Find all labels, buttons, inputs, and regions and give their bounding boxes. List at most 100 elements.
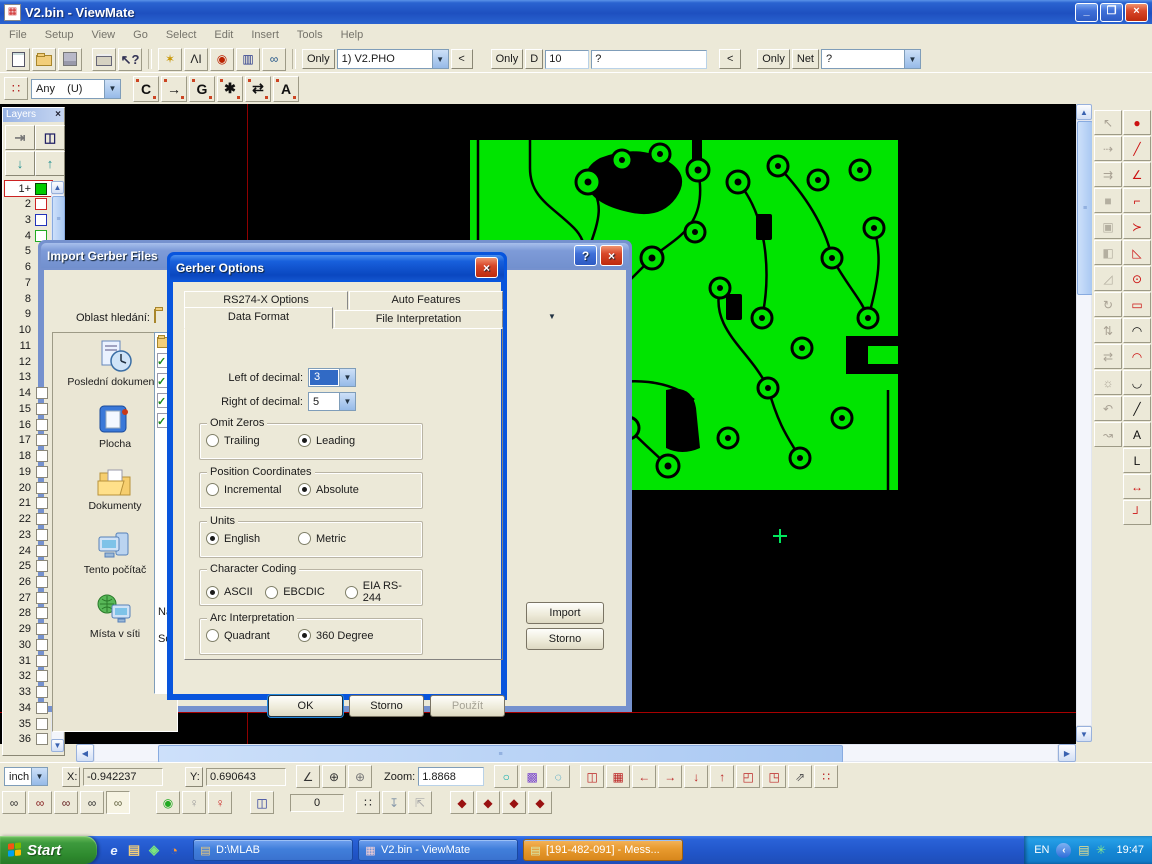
transform-button[interactable]: ⇄	[1094, 344, 1122, 369]
layer-swatch[interactable]	[36, 403, 48, 415]
draw-vertex-button[interactable]: ≻	[1123, 214, 1151, 239]
dcode-query-input[interactable]: ?	[591, 50, 707, 69]
highlight-g-button[interactable]: G	[189, 76, 215, 102]
taskbar-task-3[interactable]: ▤[191-482-091] - Mess...	[523, 839, 683, 861]
only-net-toggle[interactable]: Only	[757, 49, 790, 69]
pad-view-button[interactable]: ◉	[210, 48, 234, 71]
grid-left-button[interactable]: ←	[632, 765, 656, 788]
layer-swatch[interactable]	[36, 545, 48, 557]
menu-tools[interactable]: Tools	[288, 26, 332, 44]
traffic-light-button[interactable]: ◉	[156, 791, 180, 814]
stretch-select-button[interactable]: ⇗	[788, 765, 812, 788]
units-combo[interactable]: inch ▼	[4, 767, 48, 786]
select-trace-button[interactable]: ◆	[476, 791, 500, 814]
dcode-back-button[interactable]: <	[719, 49, 741, 69]
radio-360-degree[interactable]: 360 Degree	[298, 629, 390, 642]
layer-swatch[interactable]	[36, 592, 48, 604]
menu-insert[interactable]: Insert	[242, 26, 288, 44]
scroll-up-icon[interactable]: ▲	[1076, 104, 1092, 120]
layer-swatch[interactable]	[35, 198, 47, 210]
radio-dot[interactable]	[298, 532, 311, 545]
dcode-list-button[interactable]: ΛΙ	[184, 48, 208, 71]
flash-view-button[interactable]: ✶	[158, 48, 182, 71]
tab-file-interpretation[interactable]: File Interpretation	[334, 310, 503, 328]
minimize-button[interactable]: _	[1075, 3, 1098, 22]
select-net-button[interactable]: ◆	[528, 791, 552, 814]
zoom-in-button[interactable]: ○	[494, 765, 518, 788]
layer-swatch[interactable]	[36, 513, 48, 525]
view-polygons-button[interactable]: ∞	[54, 791, 78, 814]
zoom-value-field[interactable]: 1.8868	[418, 767, 484, 786]
radio-absolute[interactable]: Absolute	[298, 483, 390, 496]
layer-up-button[interactable]: ↑	[35, 151, 65, 176]
radio-dot[interactable]	[298, 629, 311, 642]
dialog-help-button[interactable]: ?	[574, 245, 597, 266]
highlight-c-button[interactable]: C	[133, 76, 159, 102]
menu-go[interactable]: Go	[124, 26, 157, 44]
angle-readout-button[interactable]: ∠	[296, 765, 320, 788]
scale-button[interactable]: ⇅	[1094, 318, 1122, 343]
layer-move-button[interactable]: ⇥	[5, 125, 35, 150]
tab-auto-features[interactable]: Auto Features	[349, 291, 503, 310]
apply-button[interactable]: Použít	[430, 695, 505, 717]
layers-palette-titlebar[interactable]: Layers ×	[3, 108, 64, 122]
draw-sketch-button[interactable]: ╱	[1123, 396, 1151, 421]
radio-dot[interactable]	[206, 629, 219, 642]
gerber-close-button[interactable]: ×	[475, 257, 498, 278]
radio-leading[interactable]: Leading	[298, 434, 390, 447]
undo-tool-button[interactable]: ↶	[1094, 396, 1122, 421]
scroll-down-icon[interactable]: ▼	[1076, 726, 1092, 742]
lamp-on-button[interactable]: ♀	[208, 791, 232, 814]
fill-rect-button[interactable]: ■	[1094, 188, 1122, 213]
menu-file[interactable]: File	[0, 26, 36, 44]
tab-data-format[interactable]: Data Format	[184, 307, 333, 329]
open-file-button[interactable]	[32, 48, 56, 71]
layers-close-icon[interactable]: ×	[55, 109, 61, 121]
dialog-close-button[interactable]: ×	[600, 245, 623, 266]
layer-swatch[interactable]	[36, 718, 48, 730]
radio-eia-rs-244[interactable]: EIA RS-244	[345, 580, 422, 604]
draw-arc-button[interactable]: ◠	[1123, 318, 1151, 343]
ok-button[interactable]: OK	[268, 695, 343, 717]
close-button[interactable]: ×	[1125, 3, 1148, 22]
lamp-off-button[interactable]: ♀	[182, 791, 206, 814]
left-of-decimal-combo[interactable]: 3 ▼	[308, 368, 356, 387]
radio-ebcdic[interactable]: EBCDIC	[265, 586, 345, 599]
mirror-v-button[interactable]: ◿	[1094, 266, 1122, 291]
draw-label-button[interactable]: L	[1123, 448, 1151, 473]
save-button[interactable]	[58, 48, 82, 71]
radio-dot[interactable]	[206, 586, 219, 599]
dots-grid-button[interactable]: ∷	[356, 791, 380, 814]
taskbar-task-2[interactable]: ▦V2.bin - ViewMate	[358, 839, 518, 861]
radio-incremental[interactable]: Incremental	[206, 483, 298, 496]
grid-frame-button[interactable]: ◫	[580, 765, 604, 788]
menu-help[interactable]: Help	[332, 26, 373, 44]
radio-dot[interactable]	[206, 483, 219, 496]
layers-scroll-thumb[interactable]: ≡	[52, 196, 65, 242]
layer-swatch[interactable]	[36, 434, 48, 446]
aperture-table-button[interactable]: ◫	[250, 791, 274, 814]
scroll-up-icon[interactable]: ▲	[51, 181, 64, 194]
draw-rect-button[interactable]: ▭	[1123, 292, 1151, 317]
goto-button[interactable]: →	[161, 76, 187, 102]
draw-arc2-button[interactable]: ◠	[1123, 344, 1151, 369]
fill-rect2-button[interactable]: ▣	[1094, 214, 1122, 239]
chevron-down-icon[interactable]: ▼	[904, 50, 920, 68]
move-item-button[interactable]: ⇢	[1094, 136, 1122, 161]
context-help-button[interactable]: ↖?	[118, 48, 142, 71]
draw-circle-button[interactable]: ⊙	[1123, 266, 1151, 291]
layer-down-button[interactable]: ↓	[5, 151, 35, 176]
vertical-scrollbar[interactable]: ▲ ≡ ▼	[1076, 104, 1092, 744]
radio-ascii[interactable]: ASCII	[206, 586, 265, 599]
grid-corner-button[interactable]: ◰	[736, 765, 760, 788]
anchor-button[interactable]: ↧	[382, 791, 406, 814]
net-select-combo[interactable]: ? ▼	[821, 49, 921, 69]
radio-dot[interactable]	[265, 586, 278, 599]
layer-film-button[interactable]: ◫	[35, 125, 65, 150]
folder-quicklaunch-icon[interactable]: ▤	[125, 841, 143, 859]
radio-dot[interactable]	[298, 434, 311, 447]
dots-select-button[interactable]: ∷	[814, 765, 838, 788]
draw-triangle-button[interactable]: ◺	[1123, 240, 1151, 265]
apertures-small-button[interactable]: ∷	[4, 77, 28, 100]
draw-bend-button[interactable]: ┘	[1123, 500, 1151, 525]
